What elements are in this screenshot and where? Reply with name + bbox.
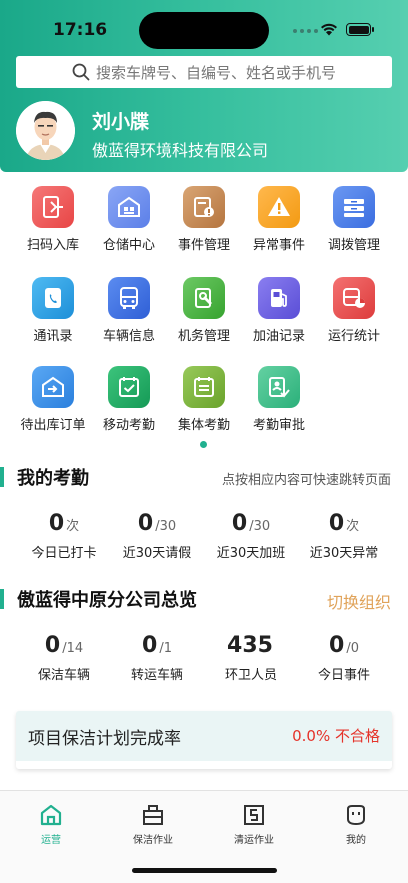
grid-label: 异常事件 <box>252 238 305 253</box>
tab-operation[interactable]: 运营 <box>6 803 96 846</box>
grid-item-mobile-attendance[interactable]: 移动考勤 <box>89 366 169 433</box>
grid-item-group-attendance[interactable]: 集体考勤 <box>164 366 244 433</box>
grid-label: 加油记录 <box>252 329 305 344</box>
pager-dot <box>200 441 207 448</box>
grid-item-scan-in[interactable]: 扫码入库 <box>13 186 93 253</box>
user-name: 刘小牒 <box>92 111 150 133</box>
grid-label: 移动考勤 <box>102 418 155 433</box>
outbound-order-icon <box>42 376 64 397</box>
stat-today-events[interactable]: 0/0 今日事件 <box>293 633 395 683</box>
grid-label: 运行统计 <box>327 329 380 344</box>
attendance-title: 我的考勤 <box>17 468 89 489</box>
operation-home-icon <box>40 804 62 826</box>
plan-rate-value: 0.0% 不合格 <box>292 727 380 745</box>
overview-section-title: 傲蓝得中原分公司总览 <box>0 586 197 612</box>
grid-label: 集体考勤 <box>177 418 230 433</box>
grid-item-outbound-order[interactable]: 待出库订单 <box>13 366 93 433</box>
transfer-icon <box>344 199 364 217</box>
grid-item-abnormal-event[interactable]: 异常事件 <box>239 186 319 253</box>
status-bar: 17:16 <box>0 0 408 56</box>
user-profile[interactable]: 刘小牒 傲蓝得环境科技有限公司 <box>16 101 396 163</box>
fuel-icon <box>271 289 287 307</box>
grid-label: 考勤审批 <box>252 418 305 433</box>
wifi-icon <box>321 23 337 36</box>
grid-item-fuel-record[interactable]: 加油记录 <box>239 277 319 344</box>
grid-label: 调拨管理 <box>327 238 380 253</box>
transport-work-icon <box>244 805 264 825</box>
search-icon <box>72 63 90 81</box>
maintenance-icon <box>195 288 212 308</box>
grid-item-warehouse[interactable]: 仓储中心 <box>89 186 169 253</box>
home-indicator <box>132 868 277 873</box>
grid-label: 待出库订单 <box>20 418 86 433</box>
stat-leave-30d[interactable]: 0/30 近30天请假 <box>106 511 208 561</box>
grid-item-transfer[interactable]: 调拨管理 <box>314 186 394 253</box>
cleaning-plan-card[interactable]: 项目保洁计划完成率 0.0% 不合格 <box>16 711 392 769</box>
plan-title: 项目保洁计划完成率 <box>28 729 181 749</box>
dynamic-island <box>139 12 269 49</box>
attendance-approval-icon <box>269 377 290 398</box>
stat-overtime-30d[interactable]: 0/30 近30天加班 <box>200 511 302 561</box>
grid-label: 扫码入库 <box>26 238 79 253</box>
battery-icon <box>346 23 374 36</box>
tab-cleaning-work[interactable]: 保洁作业 <box>108 803 198 846</box>
stat-cleaning-vehicles[interactable]: 0/14 保洁车辆 <box>13 633 115 683</box>
stat-abnormal-30d[interactable]: 0次 近30天异常 <box>293 511 395 561</box>
warning-icon <box>268 197 290 216</box>
user-company: 傲蓝得环境科技有限公司 <box>92 141 269 160</box>
attendance-hint: 点按相应内容可快速跳转页面 <box>222 473 392 488</box>
search-input[interactable]: 搜索车牌号、自编号、姓名或手机号 <box>16 56 392 88</box>
stat-transport-vehicles[interactable]: 0/1 转运车辆 <box>106 633 208 683</box>
profile-face-icon <box>347 805 365 826</box>
overview-title: 傲蓝得中原分公司总览 <box>17 590 197 611</box>
group-attendance-icon <box>194 377 214 397</box>
grid-item-phone-book[interactable]: 通讯录 <box>13 277 93 344</box>
search-placeholder: 搜索车牌号、自编号、姓名或手机号 <box>95 63 336 82</box>
header-banner: 17:16 搜索车牌号、自编号、姓名或手机号 刘小牒 傲蓝得环境科技有限公司 <box>0 0 408 172</box>
warehouse-icon <box>118 196 140 217</box>
tab-mine[interactable]: 我的 <box>311 803 401 846</box>
switch-org-button[interactable]: 切换组织 <box>327 589 391 613</box>
grid-label: 机务管理 <box>177 329 230 344</box>
phone-book-icon <box>45 288 61 308</box>
bus-icon <box>120 287 138 309</box>
grid-label: 车辆信息 <box>102 329 155 344</box>
scan-in-icon <box>43 196 63 218</box>
cleaning-work-icon <box>143 805 163 825</box>
grid-item-maintenance[interactable]: 机务管理 <box>164 277 244 344</box>
bus-stats-icon <box>343 288 365 308</box>
grid-label: 通讯录 <box>33 329 73 344</box>
attendance-section-title: 我的考勤 <box>0 464 89 490</box>
tab-transport-work[interactable]: 清运作业 <box>209 803 299 846</box>
avatar[interactable] <box>16 101 75 160</box>
grid-item-vehicle-info[interactable]: 车辆信息 <box>89 277 169 344</box>
stat-sanitation-staff[interactable]: 435 环卫人员 <box>200 633 302 683</box>
mobile-attendance-icon <box>119 377 139 397</box>
grid-label: 仓储中心 <box>102 238 155 253</box>
grid-item-attendance-approval[interactable]: 考勤审批 <box>239 366 319 433</box>
grid-label: 事件管理 <box>177 238 230 253</box>
stat-today-checkin[interactable]: 0次 今日已打卡 <box>13 511 115 561</box>
status-time: 17:16 <box>53 20 108 40</box>
event-manage-icon <box>194 197 214 217</box>
grid-item-event-manage[interactable]: 事件管理 <box>164 186 244 253</box>
grid-item-run-stats[interactable]: 运行统计 <box>314 277 394 344</box>
signal-dots-icon <box>293 29 318 33</box>
avatar-illustration-icon <box>16 101 75 160</box>
